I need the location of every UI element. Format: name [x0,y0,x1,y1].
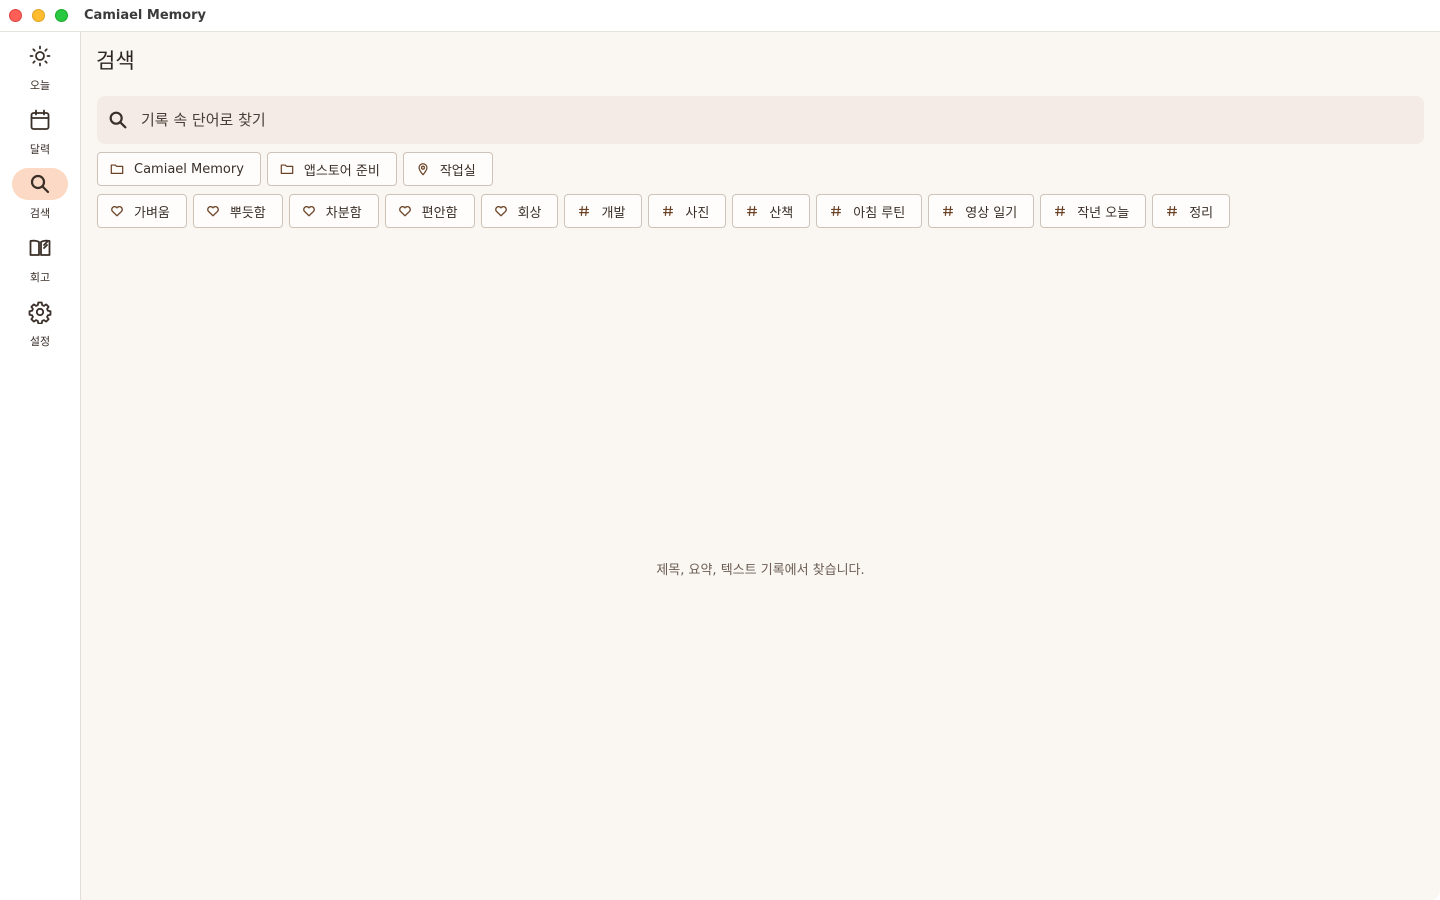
title-bar: Camiael Memory [0,0,1440,32]
hash-icon [747,206,758,216]
hash-icon [579,206,590,216]
nav-pill [12,296,68,328]
heart-icon [398,205,411,217]
chip-tag-video-diary[interactable]: 영상 일기 [928,194,1035,228]
search-icon [109,111,127,129]
sidebar-item-label: 오늘 [29,79,51,92]
calendar-icon [30,109,50,130]
chip-label: 정리 [1189,205,1214,221]
sidebar-item-label: 달력 [29,143,51,156]
chip-label: 개발 [601,205,626,221]
chip-place-workshop[interactable]: 작업실 [402,152,493,186]
sidebar: 오늘 달력 검색 회고 설정 [0,32,81,900]
chip-project-camiael-memory[interactable]: Camiael Memory [97,152,261,186]
chip-label: Camiael Memory [134,161,244,177]
sidebar-item-settings[interactable]: 설정 [0,296,80,352]
chip-mood-light[interactable]: 가벼움 [97,194,187,228]
gear-icon [28,301,52,324]
chip-label: 가벼움 [134,205,170,221]
chip-mood-nostalgia[interactable]: 회상 [480,194,559,228]
chip-label: 아침 루틴 [853,205,906,221]
nav-pill [12,40,68,72]
chip-mood-proud[interactable]: 뿌듯함 [192,194,283,228]
hash-icon [1055,206,1066,216]
chip-label: 뿌듯함 [229,205,266,221]
hash-icon [943,206,954,216]
chip-project-appstore-prep[interactable]: 앱스토어 준비 [266,152,397,186]
search-box[interactable] [97,96,1424,144]
nav-pill [12,232,68,264]
chip-label: 앱스토어 준비 [303,163,380,179]
sidebar-item-today[interactable]: 오늘 [0,40,80,96]
minimize-window-button[interactable] [32,9,45,22]
hash-icon [831,206,842,216]
chip-tag-last-year-today[interactable]: 작년 오늘 [1040,194,1147,228]
chip-label: 작업실 [439,163,476,179]
chip-tag-walk[interactable]: 산책 [732,194,811,228]
zoom-window-button[interactable] [55,9,68,22]
window-title: Camiael Memory [84,8,207,23]
chip-label: 산책 [769,205,794,221]
mood-tag-chips: 가벼움 뿌듯함 차분함 편안함 회상 개발 사진 산책 아침 루틴 영상 일기 … [97,194,1231,228]
chip-tag-photo[interactable]: 사진 [648,194,727,228]
close-window-button[interactable] [9,9,22,22]
folder-icon [110,164,124,174]
heart-icon [207,205,219,217]
heart-icon [302,205,315,217]
search-icon [30,174,50,194]
chip-tag-morning-routine[interactable]: 아침 루틴 [816,194,923,228]
nav-pill [12,104,68,136]
nav-pill-active [12,168,68,200]
location-pin-icon [418,163,428,176]
chip-label: 편안함 [421,205,458,221]
page-title: 검색 [96,49,135,73]
chip-label: 사진 [685,205,710,221]
chip-tag-dev[interactable]: 개발 [564,194,643,228]
search-input[interactable] [141,106,1401,134]
heart-icon [494,205,507,217]
sidebar-item-calendar[interactable]: 달력 [0,104,80,160]
chip-mood-comfortable[interactable]: 편안함 [384,194,475,228]
chip-tag-organize[interactable]: 정리 [1152,194,1231,228]
folder-icon [280,164,294,174]
sidebar-item-reflection[interactable]: 회고 [0,232,80,288]
app-window: Camiael Memory 오늘 달력 검색 회고 설정 검색 기록 속 단어… [0,0,1440,900]
sidebar-item-label: 설정 [29,335,51,348]
heart-icon [111,205,123,217]
empty-state-message: 제목, 요약, 텍스트 기록에서 찾습니다. [656,563,865,578]
sidebar-item-label: 검색 [29,207,51,220]
chip-label: 차분함 [325,205,362,221]
sidebar-item-search[interactable]: 검색 [0,168,80,224]
chip-label: 회상 [517,205,542,221]
project-place-chips: Camiael Memory 앱스토어 준비 작업실 [97,152,493,186]
sidebar-item-label: 회고 [29,271,51,284]
hash-icon [663,206,674,216]
chip-label: 작년 오늘 [1077,205,1130,221]
main-content: 검색 Camiael Memory 앱스토어 준비 작업실 [81,32,1440,900]
sun-icon [29,45,51,67]
book-icon [29,239,51,256]
chip-label: 영상 일기 [965,205,1018,221]
hash-icon [1167,206,1178,216]
chip-mood-calm[interactable]: 차분함 [288,194,379,228]
